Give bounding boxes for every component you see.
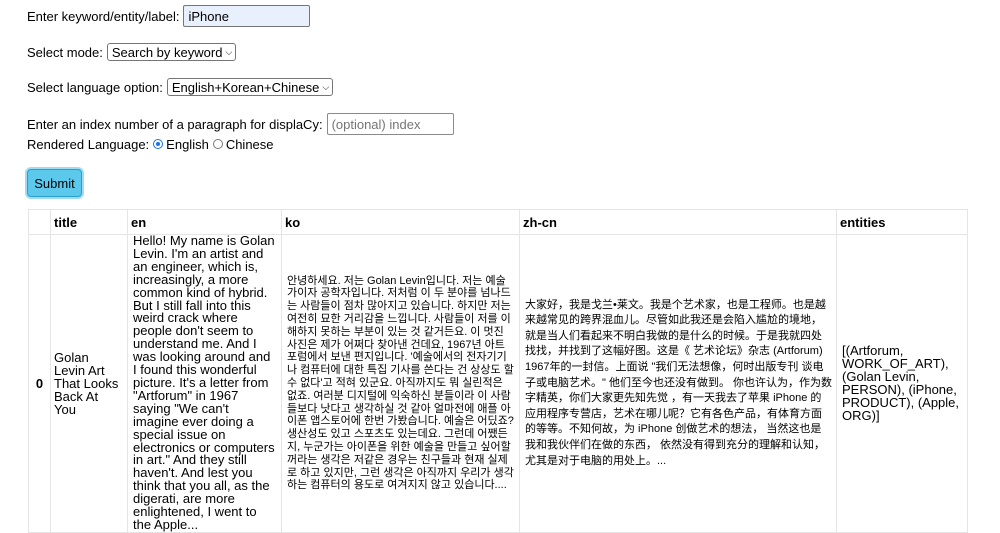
english-radio[interactable] <box>153 139 164 149</box>
chevron-down-icon: ⌵ <box>225 46 233 57</box>
chinese-radio[interactable] <box>212 139 223 149</box>
header-en: en <box>127 209 282 235</box>
rendered-language-label: Rendered Language: <box>27 136 150 152</box>
header-ko: ko <box>281 209 520 235</box>
row-title: Golan Levin Art That Looks Back At You <box>50 234 128 533</box>
header-title: title <box>50 209 128 235</box>
chinese-radio-label[interactable]: Chinese <box>226 137 274 152</box>
keyword-input[interactable] <box>183 5 311 27</box>
language-select-value: English+Korean+Chinese <box>171 79 320 95</box>
header-entities: entities <box>836 209 968 235</box>
language-row: Select language option: English+Korean+C… <box>27 78 334 96</box>
row-ko-text: 안녕하세요. 저는 Golan Levin입니다. 저는 예술가이자 공학자입니… <box>281 234 520 533</box>
keyword-row: Enter keyword/entity/label: <box>27 5 311 27</box>
mode-select[interactable]: Search by keyword ⌵ <box>106 43 237 61</box>
index-label: Enter an index number of a paragraph for… <box>27 116 323 132</box>
mode-row: Select mode: Search by keyword ⌵ <box>27 43 237 61</box>
chevron-down-icon: ⌵ <box>322 81 330 92</box>
language-label: Select language option: <box>27 79 163 95</box>
submit-button[interactable]: Submit <box>27 169 82 197</box>
table-header-row: title en ko zh-cn entities <box>28 209 968 235</box>
row-index: 0 <box>28 234 51 533</box>
header-zh-cn: zh-cn <box>519 209 837 235</box>
row-en-text: Hello! My name is Golan Levin. I'm an ar… <box>127 234 282 533</box>
keyword-label: Enter keyword/entity/label: <box>27 8 180 24</box>
mode-label: Select mode: <box>27 44 103 60</box>
english-radio-label[interactable]: English <box>166 137 209 152</box>
header-index <box>28 209 51 235</box>
mode-select-value: Search by keyword <box>111 44 223 60</box>
results-table: title en ko zh-cn entities 0 Golan Levin… <box>28 209 968 533</box>
row-zh-text: 大家好，我是戈兰•莱文。我是个艺术家，也是工程师。也是越来越常见的跨界混血儿。尽… <box>519 234 837 533</box>
language-select[interactable]: English+Korean+Chinese ⌵ <box>166 78 334 96</box>
table-row: 0 Golan Levin Art That Looks Back At You… <box>28 234 968 533</box>
index-input[interactable] <box>326 113 454 135</box>
rendered-language-row: Rendered Language: English Chinese <box>27 136 274 152</box>
row-entities: [(Artforum, WORK_OF_ART), (Golan Levin, … <box>836 234 968 533</box>
index-row: Enter an index number of a paragraph for… <box>27 113 454 135</box>
